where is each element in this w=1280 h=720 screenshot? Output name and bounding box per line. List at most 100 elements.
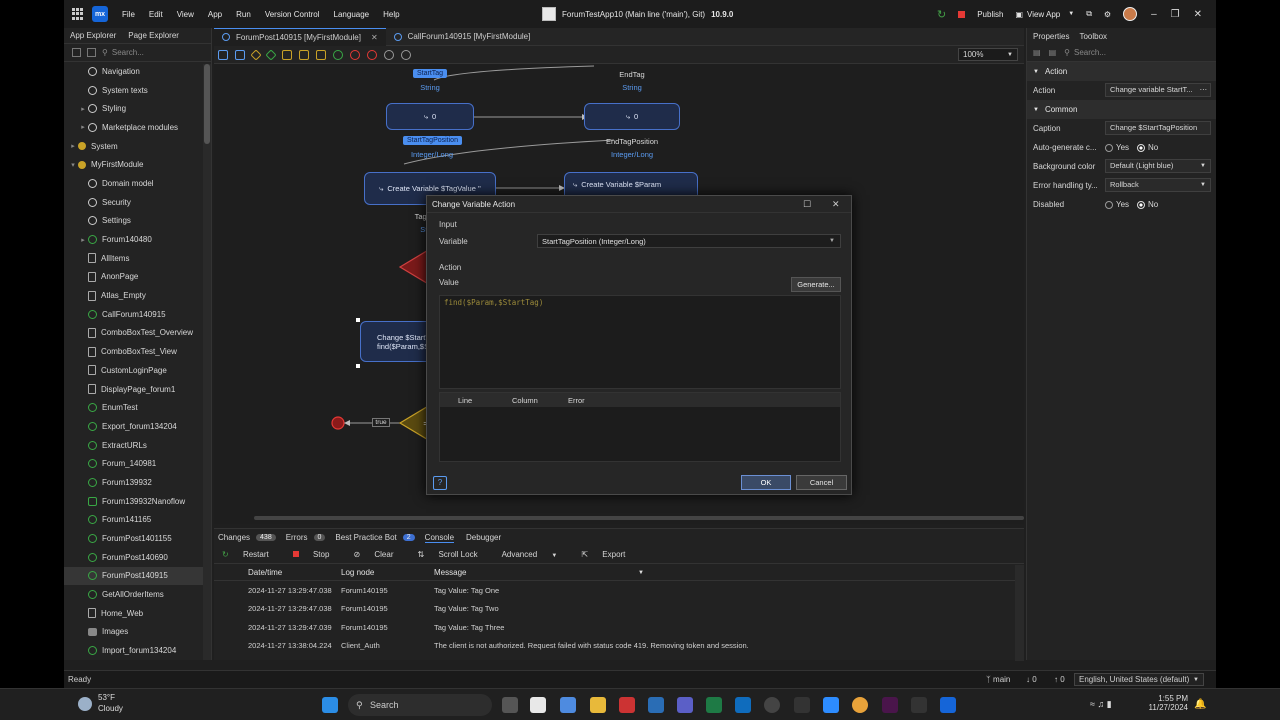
mendix-active-icon[interactable] [940, 697, 956, 713]
stop-button[interactable] [958, 10, 966, 18]
slack-icon[interactable] [882, 697, 898, 713]
windows-start-icon[interactable] [322, 697, 338, 713]
ok-button[interactable]: OK [741, 475, 791, 490]
canvas-hscrollbar[interactable] [254, 516, 1024, 520]
restart-icon[interactable]: ↻ [937, 8, 946, 21]
tree-item[interactable]: DisplayPage_forum1 [64, 380, 211, 399]
expand-chevron-icon[interactable]: ▾ [68, 161, 78, 169]
taskbar-clock[interactable]: 1:55 PM 11/27/2024 [1140, 694, 1188, 712]
tab-properties[interactable]: Properties [1033, 32, 1069, 41]
notification-bell-icon[interactable]: 🔔 [1194, 699, 1206, 710]
restore-icon[interactable]: ❐ [1171, 9, 1180, 20]
share-icon[interactable]: ⧉ [1086, 9, 1092, 19]
zoom-select[interactable]: 100% ▼ [958, 48, 1018, 61]
tree-item[interactable]: Domain model [64, 174, 211, 193]
tree-item[interactable]: System texts [64, 81, 211, 100]
widgets-icon[interactable] [530, 697, 546, 713]
decision-tool-icon[interactable] [250, 48, 262, 61]
menu-file[interactable]: File [122, 10, 135, 19]
autogen-no-radio[interactable]: No [1137, 143, 1158, 152]
chevron-down-icon[interactable]: ▼ [1068, 11, 1074, 17]
tab-callforum140915[interactable]: CallForum140915 [MyFirstModule] [386, 28, 539, 46]
expand-chevron-icon[interactable]: ▸ [68, 142, 78, 150]
tree-item[interactable]: ForumPost140690 [64, 548, 211, 567]
categorize-icon[interactable]: ▤ [1033, 48, 1041, 57]
language-select[interactable]: English, United States (default) ▼ [1074, 673, 1204, 686]
advanced-dropdown[interactable]: Advanced ▼ [502, 550, 570, 559]
tree-item[interactable]: Atlas_Empty [64, 286, 211, 305]
postgres-icon[interactable] [648, 697, 664, 713]
clear-button[interactable]: ⊘ Clear [353, 550, 405, 559]
publish-button[interactable]: Publish [977, 10, 1003, 19]
tree-item[interactable]: ForumPost140915 [64, 566, 211, 586]
tree-item[interactable]: Settings [64, 212, 211, 231]
help-icon[interactable]: ? [433, 476, 447, 490]
tab-changes[interactable]: Changes [218, 533, 250, 542]
tab-best-practice-bot[interactable]: Best Practice Bot [335, 533, 396, 542]
tree-item[interactable]: CustomLoginPage [64, 361, 211, 380]
tree-item[interactable]: EnumTest [64, 398, 211, 417]
continue-event-icon[interactable] [401, 49, 411, 60]
tree-item[interactable]: ComboBoxTest_Overview [64, 324, 211, 343]
tree-item[interactable]: CallForum140915 [64, 305, 211, 324]
ellipsis-icon[interactable]: ⋯ [1200, 84, 1208, 96]
search-input[interactable]: Search... [112, 48, 144, 57]
start-event-icon[interactable] [333, 49, 343, 60]
tab-page-explorer[interactable]: Page Explorer [128, 31, 179, 40]
tree-item[interactable]: Forum_140981 [64, 454, 211, 473]
task-view-icon[interactable] [502, 697, 518, 713]
menu-version-control[interactable]: Version Control [265, 10, 320, 19]
close-icon[interactable]: ✕ [1194, 9, 1202, 20]
select-tool-icon[interactable] [218, 49, 228, 60]
tab-toolbox[interactable]: Toolbox [1079, 32, 1107, 41]
section-common[interactable]: ▼ Common [1027, 100, 1216, 119]
app-icon[interactable] [764, 697, 780, 713]
end-event-icon[interactable] [350, 49, 360, 60]
store-icon[interactable] [619, 697, 635, 713]
autogen-yes-radio[interactable]: Yes [1105, 143, 1129, 152]
settings-icon[interactable]: ⚙ [1104, 10, 1111, 19]
tree-item[interactable]: ForumPost1401155 [64, 529, 211, 548]
close-icon[interactable]: ✕ [832, 199, 840, 210]
mendix-studio-icon[interactable] [794, 697, 810, 713]
param-starttag-chip[interactable]: StartTag [413, 69, 448, 78]
export-button[interactable]: ⇱ Export [581, 550, 637, 559]
tree-item[interactable]: GetAllOrderItems [64, 585, 211, 604]
create-variable-starttagposition-node[interactable]: ⤷ 0 [386, 103, 474, 130]
console-row[interactable]: 2024-11-27 13:29:47.038 Forum140195 Tag Va… [214, 600, 1024, 619]
properties-search[interactable]: ▤ ▤ ⚲ Search... [1027, 44, 1216, 62]
cancel-button[interactable]: Cancel [796, 475, 847, 490]
expand-chevron-icon[interactable]: ▸ [78, 105, 88, 113]
tree-item[interactable]: Forum139932Nanoflow [64, 492, 211, 511]
collapse-icon[interactable] [72, 48, 81, 57]
tab-forumpost140915[interactable]: ForumPost140915 [MyFirstModule] ✕ [214, 27, 386, 46]
generate-button[interactable]: Generate... [791, 277, 841, 292]
tree-item[interactable]: Images [64, 623, 211, 642]
tree-item[interactable]: ▸ System [64, 137, 211, 156]
tree-item[interactable]: AllItems [64, 249, 211, 268]
expression-editor[interactable]: find($Param,$StartTag) [439, 295, 841, 389]
outlook-icon[interactable] [735, 697, 751, 713]
tab-console[interactable]: Console [424, 533, 455, 543]
col-lognode[interactable]: Log node [341, 568, 374, 577]
tree-item[interactable]: ▸ Styling [64, 99, 211, 118]
app-grid-icon[interactable] [72, 8, 84, 20]
incoming-count[interactable]: ↓ 0 [1026, 675, 1037, 684]
menu-edit[interactable]: Edit [149, 10, 163, 19]
scroll-lock-button[interactable]: ⇅ Scroll Lock [418, 550, 490, 559]
outgoing-count[interactable]: ↑ 0 [1054, 675, 1065, 684]
error-handling-select[interactable]: Rollback ▼ [1105, 178, 1211, 192]
menu-language[interactable]: Language [334, 10, 370, 19]
tab-errors[interactable]: Errors [286, 533, 308, 542]
tree-item[interactable]: ▸ Marketplace modules [64, 118, 211, 137]
tree-item[interactable]: ExtractURLs [64, 436, 211, 455]
tab-app-explorer[interactable]: App Explorer [70, 31, 116, 40]
view-app-button[interactable]: ▣ View App ▼ [1015, 10, 1074, 19]
tree-item[interactable]: Export_forum134204 [64, 417, 211, 436]
console-row[interactable]: 2024-11-27 13:29:47.038 Forum140195 Tag Va… [214, 581, 1024, 600]
parameter-tool-icon[interactable] [235, 49, 245, 60]
tree-item[interactable]: ▾ MyFirstModule [64, 155, 211, 174]
stop-button[interactable]: Stop [292, 550, 342, 559]
excel-icon[interactable] [706, 697, 722, 713]
loop-tool-icon[interactable] [282, 49, 292, 60]
